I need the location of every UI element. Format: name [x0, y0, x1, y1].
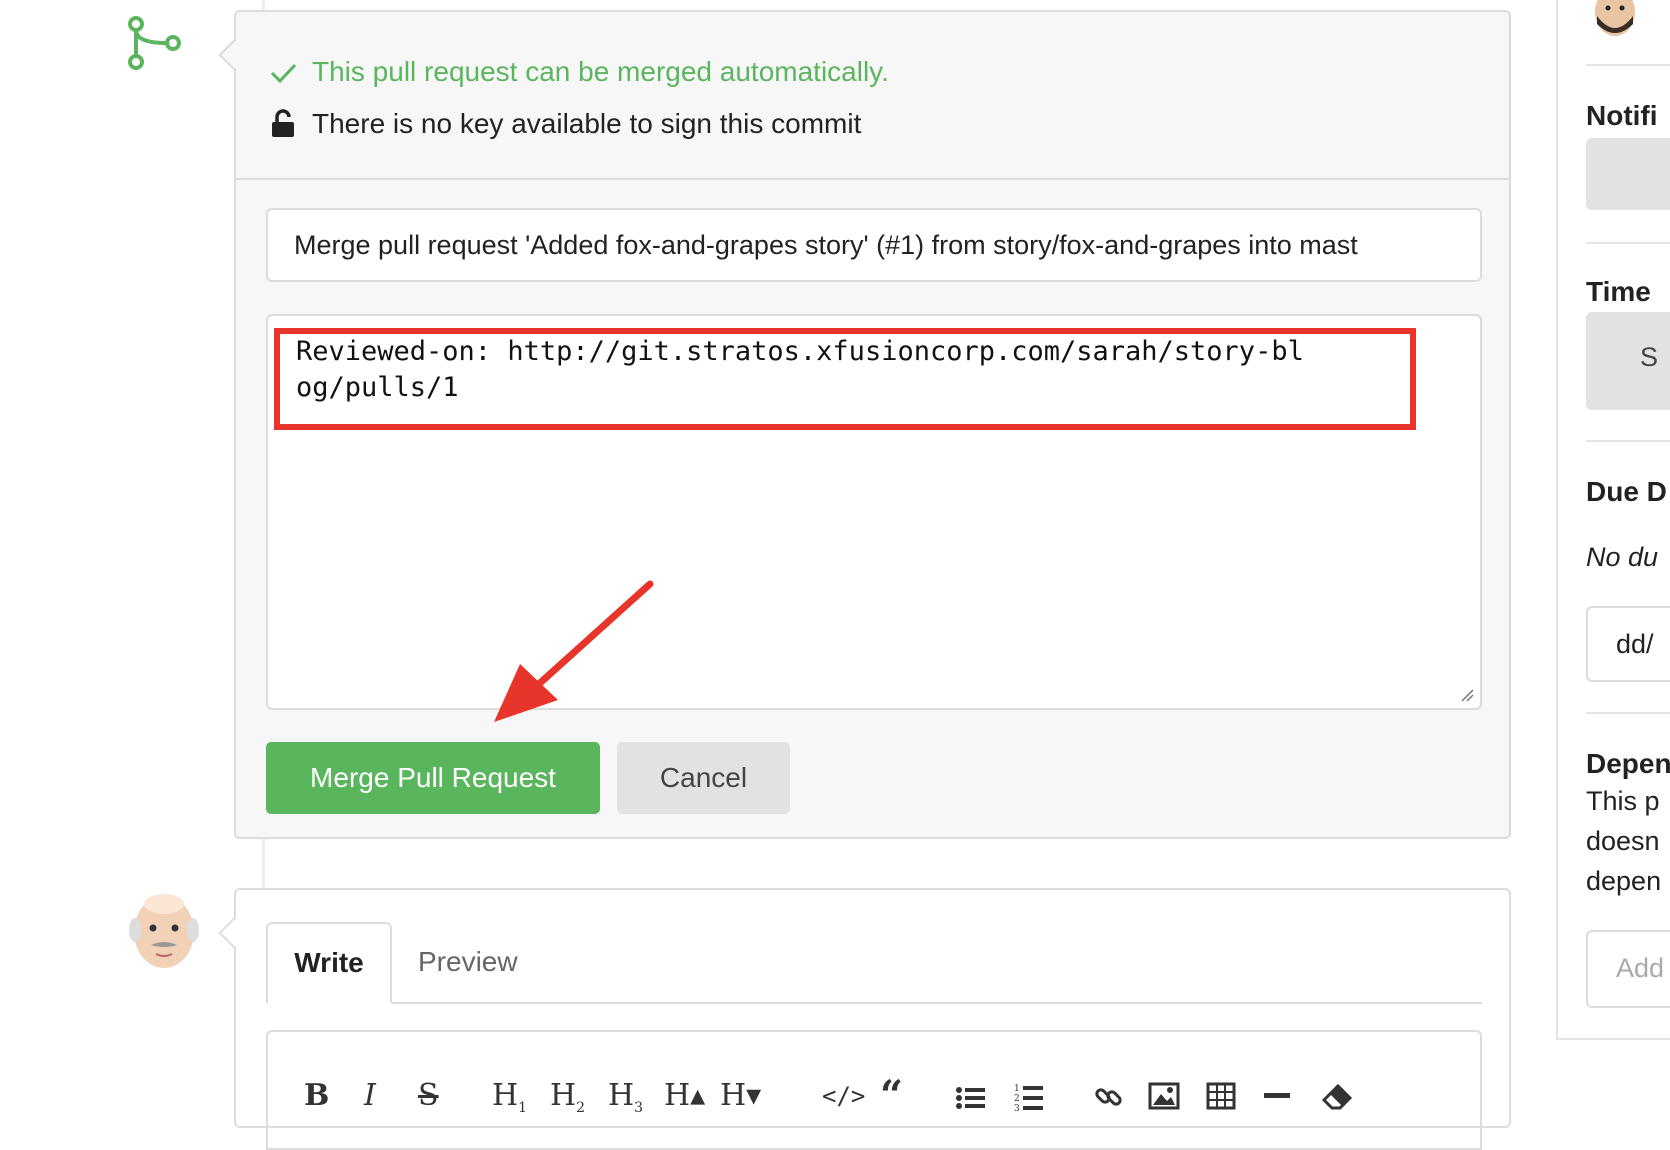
dependencies-text-line-3: depen	[1586, 866, 1662, 896]
git-merge-icon	[128, 16, 181, 70]
sidebar-border	[1556, 0, 1558, 1040]
svg-text:3: 3	[1014, 1104, 1020, 1112]
add-dependency-input[interactable]: Add	[1586, 930, 1670, 1008]
notifications-button[interactable]	[1586, 138, 1670, 210]
divider	[1586, 440, 1670, 442]
heading-smaller-icon[interactable]: H▾	[720, 1076, 761, 1116]
eraser-icon[interactable]	[1322, 1084, 1354, 1110]
editor-toolbar: B I S H1 H2 H3 H▴ H▾ </> “ 123	[268, 1076, 1480, 1116]
avatar	[1595, 0, 1635, 36]
heading-3-icon[interactable]: H3	[608, 1076, 643, 1128]
tab-preview[interactable]: Preview	[418, 922, 518, 1002]
annotation-highlight-box	[274, 328, 1416, 430]
heading-1-icon[interactable]: H1	[492, 1076, 527, 1128]
bold-icon[interactable]: B	[304, 1076, 329, 1116]
link-icon[interactable]	[1094, 1082, 1124, 1112]
merge-pull-request-button[interactable]: Merge Pull Request	[266, 742, 600, 814]
svg-text:2: 2	[1014, 1094, 1020, 1104]
unlock-icon	[272, 109, 294, 137]
heading-bigger-icon[interactable]: H▴	[664, 1076, 705, 1116]
divider	[1586, 712, 1670, 714]
quote-icon[interactable]: “	[880, 1076, 903, 1116]
code-icon[interactable]: </>	[822, 1076, 865, 1116]
comment-form: Write Preview B I S H1 H2 H3 H▴ H▾ </> “…	[234, 888, 1511, 1150]
dependencies-heading: Depen	[1586, 748, 1670, 779]
mergeable-status: This pull request can be merged automati…	[268, 56, 889, 88]
dependencies-text-line-1: This p	[1586, 786, 1660, 816]
italic-icon[interactable]: I	[364, 1076, 376, 1116]
editor-tabs: Write Preview	[266, 922, 1482, 1004]
markdown-editor: B I S H1 H2 H3 H▴ H▾ </> “ 123	[266, 1030, 1482, 1150]
merge-title-input[interactable]: Merge pull request 'Added fox-and-grapes…	[266, 208, 1482, 282]
time-tracker-button-label: S	[1640, 342, 1659, 372]
numbered-list-icon[interactable]: 123	[1014, 1082, 1044, 1112]
resize-grip-icon[interactable]	[1460, 688, 1474, 702]
strikethrough-icon[interactable]: S	[418, 1076, 439, 1116]
avatar	[129, 894, 199, 968]
table-icon[interactable]	[1206, 1082, 1236, 1110]
horizontal-rule-icon[interactable]	[1264, 1092, 1290, 1100]
merge-status: This pull request can be merged automati…	[236, 12, 1509, 180]
tab-write[interactable]: Write	[266, 922, 392, 1004]
annotation-arrow-icon	[494, 580, 654, 722]
due-date-input[interactable]: dd/	[1586, 606, 1670, 682]
no-due-date-text: No du	[1586, 542, 1659, 572]
mergeable-status-text: This pull request can be merged automati…	[312, 56, 889, 87]
check-icon	[270, 63, 297, 84]
signing-status: There is no key available to sign this c…	[268, 108, 861, 140]
time-tracker-heading: Time	[1586, 276, 1651, 307]
cancel-button[interactable]: Cancel	[617, 742, 790, 814]
sidebar-border-bottom	[1556, 1038, 1670, 1040]
divider	[1586, 242, 1670, 244]
image-icon[interactable]	[1148, 1082, 1180, 1110]
svg-text:1: 1	[1014, 1084, 1020, 1094]
bullet-list-icon[interactable]	[956, 1086, 986, 1110]
dependencies-text-line-2: doesn	[1586, 826, 1660, 856]
heading-2-icon[interactable]: H2	[550, 1076, 585, 1128]
notifications-heading: Notifi	[1586, 100, 1658, 131]
signing-status-text: There is no key available to sign this c…	[312, 108, 862, 139]
time-tracker-start-button[interactable]: S	[1586, 312, 1670, 410]
due-date-heading: Due D	[1586, 476, 1667, 507]
divider	[1586, 64, 1670, 66]
